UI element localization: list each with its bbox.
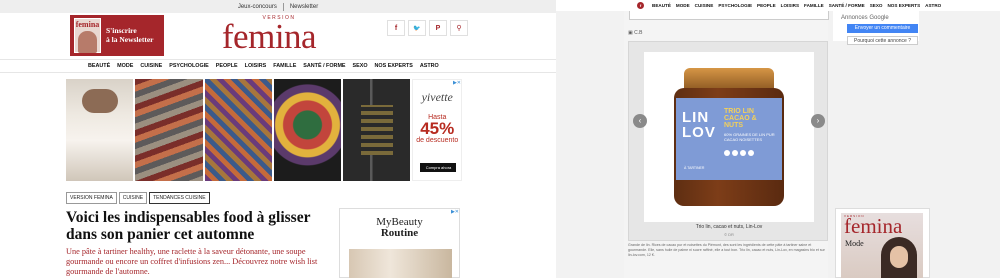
jar-brand-line1: LIN bbox=[682, 109, 710, 126]
social-links: f 🐦 P ⚲ bbox=[387, 20, 468, 36]
pinterest-icon[interactable]: P bbox=[429, 20, 447, 36]
nav-astro[interactable]: ASTRO bbox=[420, 63, 439, 69]
sidebar-ad-image bbox=[349, 249, 452, 278]
magazine-name: femina bbox=[844, 214, 903, 238]
nav-people[interactable]: PEOPLE bbox=[757, 3, 776, 8]
nav-nos-experts[interactable]: NOS EXPERTS bbox=[375, 63, 413, 69]
nav-cuisine[interactable]: CUISINE bbox=[695, 3, 714, 8]
ad-product-image[interactable] bbox=[204, 79, 272, 181]
nav-nos-experts[interactable]: NOS EXPERTS bbox=[887, 3, 920, 8]
newsletter-line2: à la Newsletter bbox=[106, 35, 154, 44]
ad-product-image[interactable] bbox=[66, 79, 134, 181]
ad-product-image[interactable] bbox=[135, 79, 203, 181]
nav-people[interactable]: PEOPLE bbox=[216, 63, 238, 69]
product-description: Grande de lin. Rices de cacao pur et noi… bbox=[628, 243, 825, 258]
ad-brand: yivette bbox=[421, 90, 453, 104]
main-nav: BEAUTÉ MODE CUISINE PSYCHOLOGIE PEOPLE L… bbox=[0, 59, 556, 73]
nav-sexo[interactable]: SEXO bbox=[353, 63, 368, 69]
sidebar-ad[interactable]: ▶✕ MyBeauty Routine bbox=[339, 208, 460, 278]
femina-home-panel: Jeux-concours Newsletter femina S'inscri… bbox=[0, 0, 556, 278]
newsletter-line1: S'inscrire bbox=[106, 26, 137, 35]
breadcrumb-cuisine[interactable]: CUISINE bbox=[118, 192, 148, 204]
newsletter-link[interactable]: Newsletter bbox=[290, 4, 318, 10]
nav-beaute[interactable]: BEAUTÉ bbox=[652, 3, 671, 8]
ad-cta-button[interactable]: Compra ahora bbox=[420, 163, 457, 172]
nav-astro[interactable]: ASTRO bbox=[925, 3, 941, 8]
jar-brand: LIN LOV bbox=[682, 110, 716, 140]
image-caption-credit: © DR bbox=[724, 232, 734, 237]
content-box bbox=[629, 11, 829, 20]
jar-badges bbox=[724, 150, 754, 156]
ad-product-image[interactable] bbox=[343, 79, 411, 181]
jar-footer: À TARTINER bbox=[684, 166, 705, 170]
nav-psychologie[interactable]: PSYCHOLOGIE bbox=[718, 3, 752, 8]
magazine-name: femina bbox=[75, 20, 100, 29]
jar-title: TRIO LIN CACAO & NUTS bbox=[724, 108, 757, 129]
ad-product-image[interactable] bbox=[273, 79, 342, 181]
carousel-prev-button[interactable]: ‹ bbox=[633, 114, 647, 128]
sticky-nav: f BEAUTÉ MODE CUISINE PSYCHOLOGIE PEOPLE… bbox=[556, 0, 1000, 11]
send-feedback-button[interactable]: Envoyer un commentaire bbox=[847, 24, 918, 33]
magazine-subtitle: Mode bbox=[845, 239, 864, 248]
ad-line2: de descuento bbox=[416, 137, 459, 144]
twitter-icon[interactable]: 🐦 bbox=[408, 20, 426, 36]
site-logo[interactable]: VERSION femina bbox=[206, 15, 332, 55]
article-title: Voici les indispensables food à glisser … bbox=[66, 209, 311, 243]
nav-mode[interactable]: MODE bbox=[117, 63, 133, 69]
nav-psychologie[interactable]: PSYCHOLOGIE bbox=[169, 63, 209, 69]
breadcrumb-tendances-cuisine[interactable]: TENDANCES CUISINE bbox=[149, 192, 210, 204]
product-image: LIN LOV TRIO LIN CACAO & NUTS 60% GRAINE… bbox=[644, 52, 814, 222]
divider bbox=[282, 2, 284, 11]
nav-loisirs[interactable]: LOISIRS bbox=[245, 63, 267, 69]
magazine-cover: VERSION femina Mode bbox=[841, 213, 923, 278]
article-subtitle: Une pâte à tartiner healthy, une raclett… bbox=[66, 247, 318, 276]
femina-logo-icon[interactable]: f bbox=[637, 2, 644, 9]
jar-desc: 60% GRAINES DE LIN PUR CACAO NOISETTES bbox=[724, 132, 775, 142]
magazine-subscription-ad[interactable]: VERSION femina Mode bbox=[835, 208, 930, 278]
image-caption: Trio lin, cacao et nuts, Lin-Lov bbox=[695, 224, 763, 230]
photo-credit: ▣ C.B bbox=[628, 30, 642, 36]
photo-credit-text: C.B bbox=[634, 30, 643, 36]
ad-choices-icon[interactable]: ▶✕ bbox=[451, 209, 459, 215]
ad-percent: 45% bbox=[420, 119, 455, 138]
nav-mode[interactable]: MODE bbox=[676, 3, 690, 8]
nav-sante-forme[interactable]: SANTÉ / FORME bbox=[303, 63, 345, 69]
breadcrumb: VERSION FEMINA CUISINE TENDANCES CUISINE bbox=[66, 192, 210, 204]
breadcrumb-version-femina[interactable]: VERSION FEMINA bbox=[66, 192, 117, 204]
ad-promo-panel[interactable]: ▶✕ yivette Hasta 45% de descuento Compra… bbox=[412, 79, 462, 181]
display-ad-banner[interactable]: ▶✕ yivette Hasta 45% de descuento Compra… bbox=[66, 79, 462, 181]
image-carousel[interactable]: LIN LOV TRIO LIN CACAO & NUTS 60% GRAINE… bbox=[628, 41, 828, 241]
jar-label: LIN LOV TRIO LIN CACAO & NUTS 60% GRAINE… bbox=[676, 98, 782, 180]
jar-lid bbox=[684, 68, 774, 90]
article-slideshow-panel: f BEAUTÉ MODE CUISINE PSYCHOLOGIE PEOPLE… bbox=[556, 0, 1000, 278]
cover-portrait bbox=[881, 237, 917, 278]
logo-name: femina bbox=[221, 17, 317, 56]
nav-cuisine[interactable]: CUISINE bbox=[140, 63, 162, 69]
top-bar: Jeux-concours Newsletter bbox=[0, 0, 556, 13]
sidebar-ad-title2: Routine bbox=[380, 227, 419, 239]
google-ad-feedback: Annonces Google Envoyer un commentaire P… bbox=[833, 11, 919, 45]
jar-illustration: LIN LOV TRIO LIN CACAO & NUTS 60% GRAINE… bbox=[674, 68, 784, 206]
search-icon[interactable]: ⚲ bbox=[450, 20, 468, 36]
jeux-concours-link[interactable]: Jeux-concours bbox=[238, 4, 277, 10]
nav-beaute[interactable]: BEAUTÉ bbox=[88, 63, 110, 69]
nav-sexo[interactable]: SEXO bbox=[870, 3, 883, 8]
camera-icon: ▣ bbox=[628, 30, 633, 36]
nav-sante-forme[interactable]: SANTÉ / FORME bbox=[829, 3, 865, 8]
jar-brand-line2: LOV bbox=[682, 124, 716, 141]
newsletter-signup-box[interactable]: femina S'inscrire à la Newsletter bbox=[70, 15, 164, 56]
nav-famille[interactable]: FAMILLE bbox=[273, 63, 296, 69]
magazine-cover-thumbnail: femina bbox=[74, 18, 101, 53]
newsletter-cta-text: S'inscrire à la Newsletter bbox=[106, 26, 153, 44]
ad-choices-icon[interactable]: ▶✕ bbox=[453, 80, 461, 86]
why-this-ad-button[interactable]: Pourquoi cette annonce ? bbox=[847, 36, 918, 45]
nav-famille[interactable]: FAMILLE bbox=[804, 3, 824, 8]
cover-image bbox=[78, 31, 97, 53]
nav-loisirs[interactable]: LOISIRS bbox=[781, 3, 799, 8]
carousel-next-button[interactable]: › bbox=[811, 114, 825, 128]
google-ads-label: Annonces Google bbox=[841, 15, 889, 21]
facebook-icon[interactable]: f bbox=[387, 20, 405, 36]
